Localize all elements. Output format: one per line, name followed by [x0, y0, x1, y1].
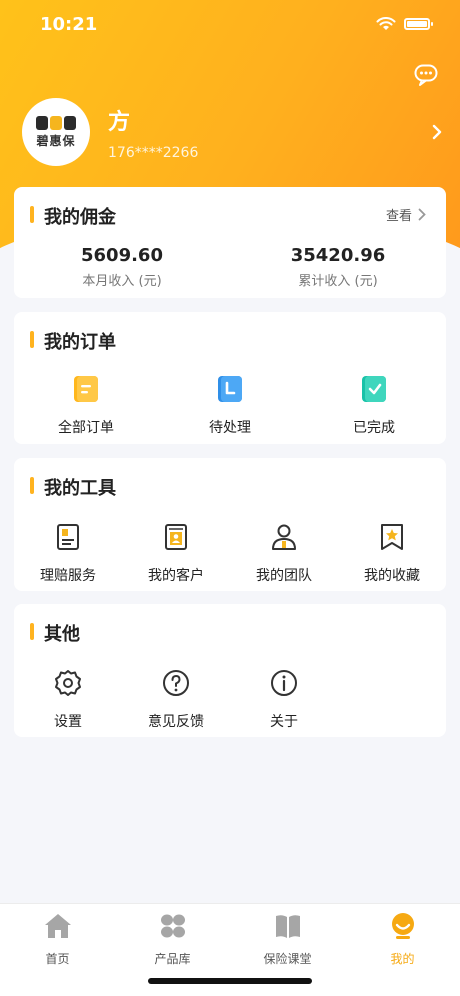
pending-label: 待处理 — [209, 420, 251, 436]
others-card: 其他 设置 意见反馈 关于 — [14, 604, 446, 737]
my-favorites-button[interactable]: 我的收藏 — [338, 522, 446, 585]
tools-title: 我的工具 — [30, 474, 116, 500]
my-favorites-label: 我的收藏 — [364, 568, 420, 584]
battery-icon — [404, 18, 433, 30]
monthly-income-value: 5609.60 — [81, 245, 163, 266]
status-bar: 10:21 — [0, 0, 460, 50]
team-icon — [272, 524, 296, 550]
view-commission-link[interactable]: 查看 — [386, 205, 426, 224]
message-icon[interactable] — [414, 64, 438, 86]
profile-header[interactable]: 碧惠保 方 176****2266 — [22, 98, 442, 166]
nav-mine[interactable]: 我的 — [345, 912, 460, 967]
commission-title: 我的佣金 — [30, 203, 116, 229]
monthly-income[interactable]: 5609.60 本月收入 (元) — [14, 245, 230, 289]
favorites-icon — [381, 524, 403, 550]
total-income-label: 累计收入 (元) — [298, 274, 378, 289]
chevron-right-icon — [418, 208, 426, 221]
pending-orders-button[interactable]: 待处理 — [158, 374, 302, 437]
all-orders-label: 全部订单 — [58, 420, 114, 436]
chevron-right-icon[interactable] — [432, 124, 442, 140]
completed-orders-button[interactable]: 已完成 — [302, 374, 446, 437]
home-icon — [44, 914, 71, 938]
logo-icon — [36, 115, 76, 130]
about-label: 关于 — [270, 714, 298, 730]
pending-icon — [218, 376, 242, 402]
feedback-button[interactable]: 意见反馈 — [122, 668, 230, 731]
nav-home-label: 首页 — [45, 952, 70, 966]
orders-title: 我的订单 — [30, 328, 116, 354]
status-time: 10:21 — [40, 14, 98, 35]
claim-service-icon — [57, 524, 79, 550]
status-icons — [376, 17, 433, 31]
home-indicator — [148, 978, 312, 984]
claim-service-label: 理赔服务 — [40, 568, 96, 584]
info-icon — [271, 670, 297, 696]
completed-icon — [362, 376, 386, 402]
view-label: 查看 — [385, 209, 412, 224]
others-title: 其他 — [30, 620, 80, 646]
claim-service-button[interactable]: 理赔服务 — [14, 522, 122, 585]
orders-card: 我的订单 全部订单 待处理 已完成 — [14, 312, 446, 444]
total-income-value: 35420.96 — [290, 245, 386, 266]
my-customers-button[interactable]: 我的客户 — [122, 522, 230, 585]
avatar[interactable]: 碧惠保 — [22, 98, 90, 166]
customers-icon — [165, 524, 187, 550]
question-icon — [163, 670, 189, 696]
total-income[interactable]: 35420.96 累计收入 (元) — [230, 245, 446, 289]
logo-text: 碧惠保 — [36, 133, 76, 148]
nav-mine-label: 我的 — [390, 952, 415, 966]
user-phone: 176****2266 — [108, 145, 199, 161]
all-orders-icon — [74, 376, 98, 402]
nav-insurance-class-label: 保险课堂 — [263, 952, 312, 966]
gear-icon — [55, 670, 81, 696]
user-name: 方 — [108, 110, 131, 135]
nav-home[interactable]: 首页 — [0, 912, 115, 967]
book-icon — [275, 915, 300, 938]
commission-card: 我的佣金 查看 5609.60 本月收入 (元) 35420.96 累计收入 (… — [14, 187, 446, 298]
all-orders-button[interactable]: 全部订单 — [14, 374, 158, 437]
completed-label: 已完成 — [353, 420, 395, 436]
my-customers-label: 我的客户 — [148, 568, 204, 584]
monthly-income-label: 本月收入 (元) — [82, 274, 162, 289]
wifi-icon — [376, 17, 396, 30]
my-team-button[interactable]: 我的团队 — [230, 522, 338, 585]
nav-products-label: 产品库 — [154, 952, 191, 966]
settings-button[interactable]: 设置 — [14, 668, 122, 731]
profile-icon — [391, 913, 414, 939]
about-button[interactable]: 关于 — [230, 668, 338, 731]
settings-label: 设置 — [54, 714, 82, 730]
my-team-label: 我的团队 — [256, 568, 312, 584]
grid-icon — [160, 914, 185, 938]
feedback-label: 意见反馈 — [148, 714, 204, 730]
nav-insurance-class[interactable]: 保险课堂 — [230, 912, 345, 967]
tools-card: 我的工具 理赔服务 我的客户 我的团队 我的收藏 — [14, 458, 446, 591]
nav-products[interactable]: 产品库 — [115, 912, 230, 967]
